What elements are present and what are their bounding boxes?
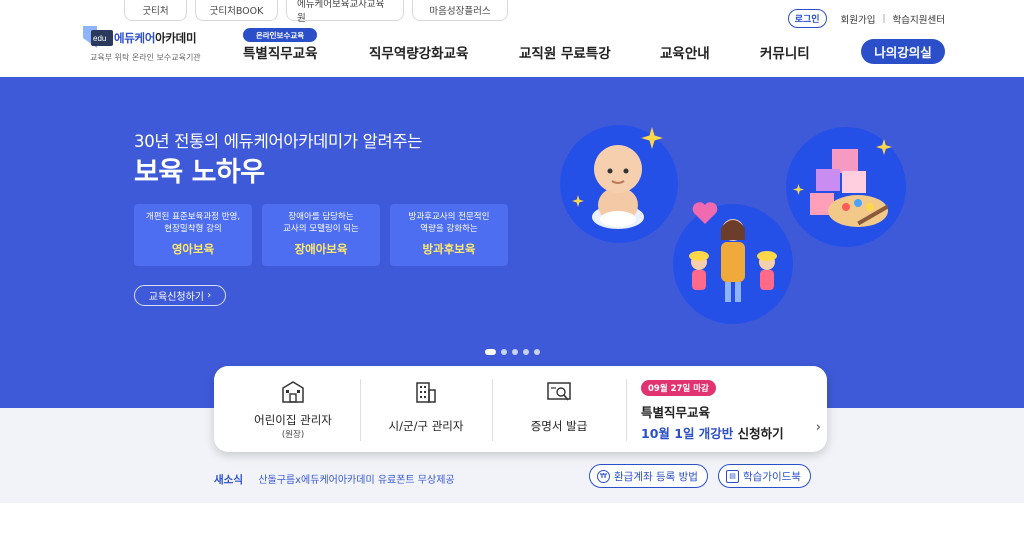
nav-free-lecture[interactable]: 교직원 무료특강 bbox=[519, 42, 611, 62]
hero-title: 보육 노하우 bbox=[134, 157, 265, 188]
pill-label: 학습가이드북 bbox=[743, 470, 801, 483]
join-link[interactable]: 회원가입 bbox=[841, 12, 876, 26]
card-infant-care[interactable]: 개편된 표준보육과정 반영, 현장밀착형 강의 영아보육 bbox=[134, 204, 252, 266]
apply-label: 교육신청하기 bbox=[148, 292, 204, 303]
card-desc: 장애아를 담당하는 교사의 모델링이 되는 bbox=[283, 212, 359, 234]
card-title: 방과후보육 bbox=[422, 242, 476, 256]
hero-banner: 30년 전통의 에듀케어아카데미가 알려주는 보육 노하우 개편된 표준보육과정… bbox=[0, 77, 1024, 408]
sparkle-icon bbox=[641, 127, 663, 149]
family-site-educare-institute[interactable]: 에듀케어보육교사교육원 bbox=[286, 0, 404, 24]
quick-label: 증명서 발급 bbox=[530, 419, 588, 433]
teacher-illustration bbox=[673, 204, 793, 324]
family-site-goodteacher-book[interactable]: 굿티처BOOK bbox=[195, 0, 278, 21]
nav-community[interactable]: 커뮤니티 bbox=[760, 42, 810, 62]
slide-dot[interactable] bbox=[534, 349, 540, 355]
office-building-icon bbox=[416, 382, 436, 403]
quick-menu-panel: 어린이집 관리자 (원장) 시/군/구 관리자 증명서 발급 09월 27일 마… bbox=[214, 366, 827, 452]
quick-sublabel: (원장) bbox=[281, 430, 305, 440]
card-desc: 개편된 표준보육과정 반영, 현장밀착형 강의 bbox=[145, 212, 241, 234]
quick-label: 어린이집 관리자 bbox=[254, 413, 332, 427]
quick-center-manager[interactable]: 어린이집 관리자 (원장) bbox=[226, 366, 360, 452]
slide-dot[interactable] bbox=[512, 349, 518, 355]
quick-district-manager[interactable]: 시/군/구 관리자 bbox=[360, 366, 492, 452]
special-title: 특별직무교육 bbox=[641, 405, 711, 420]
page: { "family_sites": ["굿티처", "굿티처BOOK", "에듀… bbox=[0, 0, 1024, 557]
hero-subtitle: 30년 전통의 에듀케어아카데미가 알려주는 bbox=[134, 132, 423, 151]
special-highlight: 10월 1일 개강반 bbox=[641, 426, 734, 441]
logo-mark-text: edu bbox=[93, 34, 106, 43]
family-site-mind-growth[interactable]: 마음성장플러스 bbox=[412, 0, 508, 21]
card-desc: 방과후교사의 전문적인 역량을 강화하는 bbox=[408, 212, 490, 234]
slide-dot-active[interactable] bbox=[485, 349, 496, 355]
logo-brand: 에듀케어아카데미 bbox=[114, 30, 197, 46]
nav-special-duty[interactable]: 특별직무교육 bbox=[243, 42, 318, 62]
quick-certificate[interactable]: 증명서 발급 bbox=[492, 366, 626, 452]
news-label: 새소식 bbox=[214, 474, 243, 486]
special-rest: 신청하기 bbox=[733, 426, 784, 441]
util-separator: | bbox=[882, 13, 886, 24]
refund-account-guide-button[interactable]: ₩ 환급계좌 등록 방법 bbox=[589, 464, 708, 488]
logo-mark-icon: edu bbox=[83, 26, 113, 48]
chevron-right-icon: › bbox=[815, 420, 821, 435]
card-title: 장애아보육 bbox=[294, 242, 348, 256]
building-icon bbox=[282, 381, 304, 403]
family-site-goodteacher[interactable]: 굿티처 bbox=[124, 0, 187, 21]
logo-brand-blue: 에듀케어 bbox=[114, 31, 156, 45]
special-subtitle: 10월 1일 개강반 신청하기 bbox=[641, 423, 821, 442]
book-icon: ▤ bbox=[726, 469, 739, 483]
card-disabled-care[interactable]: 장애아를 담당하는 교사의 모델링이 되는 장애아보육 bbox=[262, 204, 380, 266]
apply-education-button[interactable]: 교육신청하기 › bbox=[134, 285, 226, 306]
coin-icon: ₩ bbox=[597, 469, 610, 483]
special-training-signup[interactable]: 09월 27일 마감 특별직무교육 10월 1일 개강반 신청하기 › bbox=[641, 376, 821, 442]
support-center-link[interactable]: 학습지원센터 bbox=[893, 12, 945, 26]
teacher-children-icon bbox=[689, 219, 777, 302]
divider bbox=[626, 379, 627, 441]
family-site-tabs: 굿티처 굿티처BOOK 에듀케어보육교사교육원 마음성장플러스 bbox=[124, 0, 516, 24]
certificate-icon bbox=[547, 382, 571, 401]
card-afterschool-care[interactable]: 방과후교사의 전문적인 역량을 강화하는 방과후보육 bbox=[390, 204, 508, 266]
heart-icon bbox=[692, 202, 718, 224]
pill-label: 환급계좌 등록 방법 bbox=[614, 470, 698, 483]
nav-competency[interactable]: 직무역량강화교육 bbox=[369, 42, 468, 62]
news-item-link[interactable]: 산돌구름x에듀케어아카데미 유료폰트 무상제공 bbox=[258, 475, 454, 486]
login-button[interactable]: 로그인 bbox=[787, 9, 827, 28]
logo-brand-dark: 아카데미 bbox=[155, 31, 197, 45]
my-classroom-button[interactable]: 나의강의실 bbox=[861, 39, 945, 64]
slide-pagination bbox=[485, 349, 540, 355]
util-links: 로그인 회원가입 | 학습지원센터 bbox=[787, 9, 945, 28]
site-logo[interactable]: edu 에듀케어아카데미 교육부 위탁 온라인 보수교육기관 bbox=[81, 24, 211, 66]
sparkle-icon bbox=[876, 139, 892, 155]
online-training-badge: 온라인보수교육 bbox=[243, 28, 317, 42]
deadline-badge: 09월 27일 마감 bbox=[641, 380, 716, 396]
slide-dot[interactable] bbox=[523, 349, 529, 355]
news-bar: 새소식 산돌구름x에듀케어아카데미 유료폰트 무상제공 bbox=[214, 471, 455, 487]
chevron-right-icon: › bbox=[207, 290, 212, 301]
card-title: 영아보육 bbox=[171, 242, 215, 256]
study-guidebook-button[interactable]: ▤ 학습가이드북 bbox=[718, 464, 811, 488]
sparkle-icon bbox=[793, 184, 804, 195]
slide-dot[interactable] bbox=[501, 349, 507, 355]
nav-education-guide[interactable]: 교육안내 bbox=[660, 42, 710, 62]
sparkle-icon bbox=[572, 195, 584, 207]
logo-tagline: 교육부 위탁 온라인 보수교육기관 bbox=[90, 53, 201, 62]
quick-label: 시/군/구 관리자 bbox=[388, 419, 464, 433]
